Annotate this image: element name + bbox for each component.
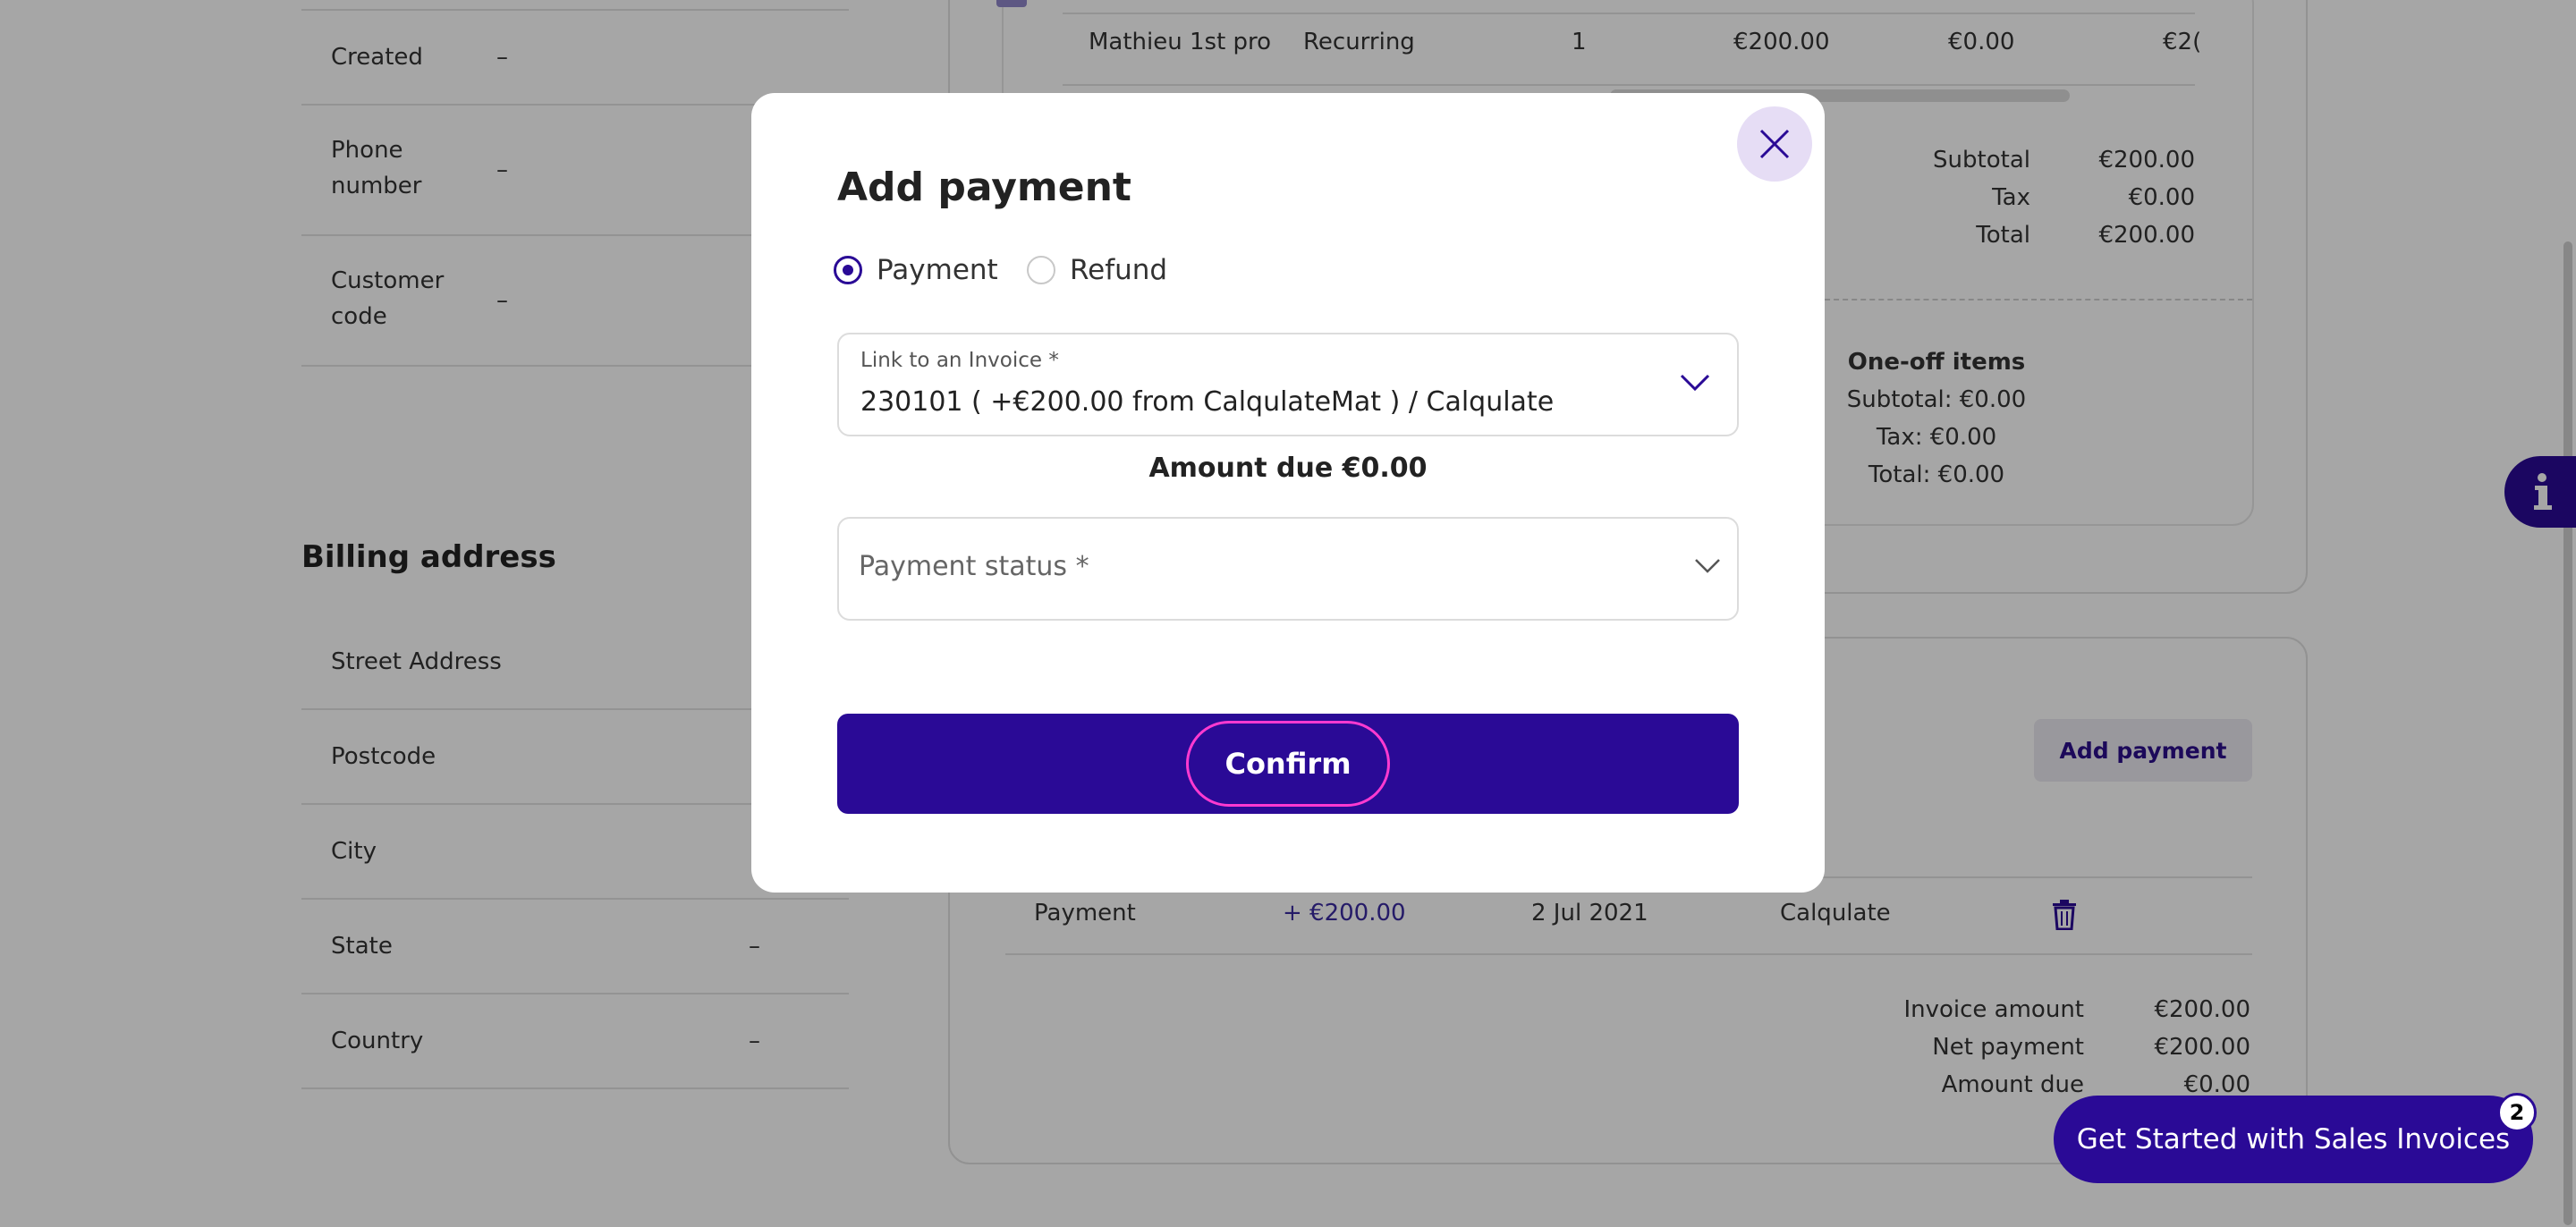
chevron-down-icon [1695,559,1720,573]
invoice-select[interactable]: Link to an Invoice * 230101 ( +€200.00 f… [837,333,1739,436]
close-icon [1759,129,1790,159]
notification-badge: 2 [2497,1093,2537,1132]
payment-status-select[interactable]: Payment status * [837,517,1739,621]
payment-status-placeholder: Payment status * [859,551,1089,582]
payment-radio[interactable] [834,256,862,284]
refund-radio-option[interactable]: Refund [1027,254,1167,286]
invoice-select-label: Link to an Invoice * [860,349,1059,372]
get-started-button[interactable]: Get Started with Sales Invoices [2054,1096,2533,1183]
add-payment-modal: Add payment Payment Refund Link to an In… [751,93,1825,893]
payment-radio-label: Payment [877,254,998,286]
invoice-select-value: 230101 ( +€200.00 from CalqulateMat ) / … [860,386,1555,418]
modal-amount-due: Amount due €0.00 [1148,453,1428,484]
modal-title: Add payment [837,165,1131,210]
confirm-button-label: Confirm [1186,721,1390,807]
refund-radio-label: Refund [1070,254,1168,286]
payment-radio-option[interactable]: Payment [834,254,998,286]
confirm-button[interactable]: Confirm [837,714,1739,814]
close-button[interactable] [1737,106,1812,182]
chevron-down-icon [1680,374,1710,392]
refund-radio[interactable] [1027,256,1055,284]
